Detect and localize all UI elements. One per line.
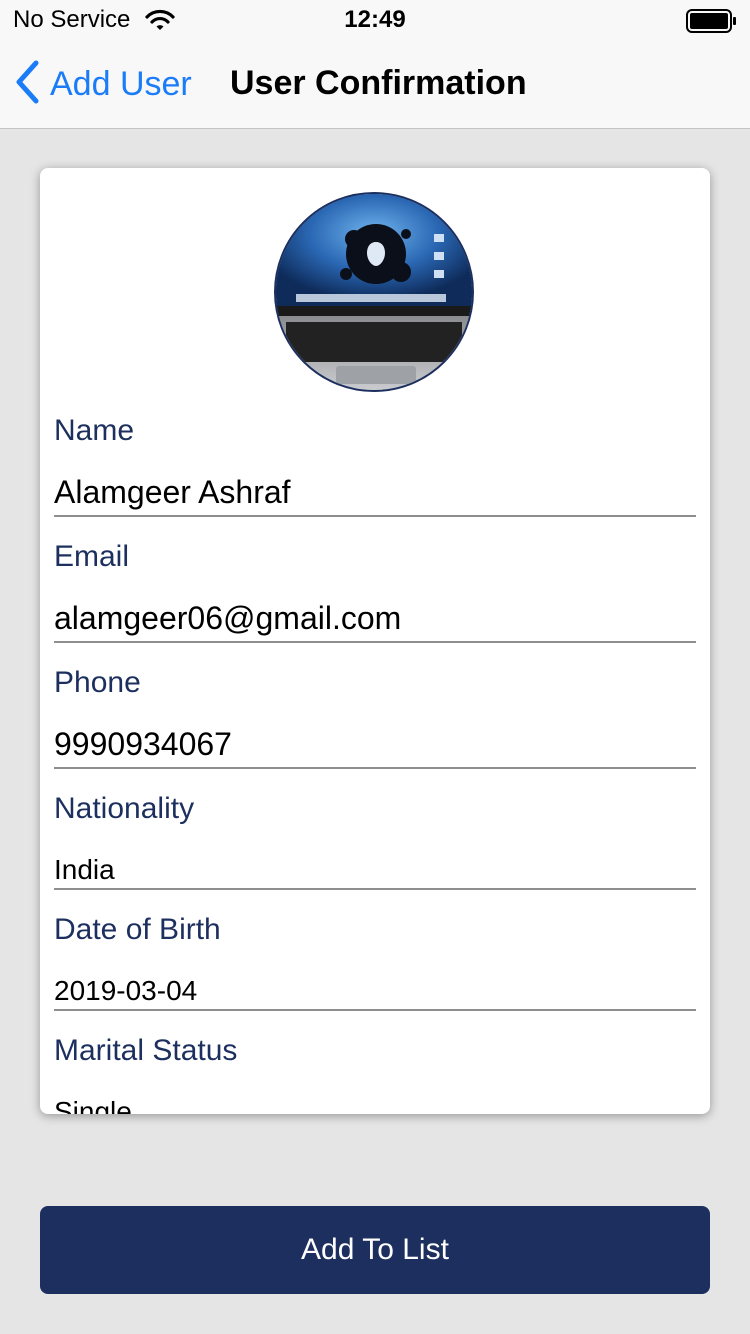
field-label: Date of Birth (54, 913, 221, 946)
field-value: India (54, 854, 115, 885)
battery-icon (686, 9, 738, 38)
user-confirmation-card[interactable]: Name Alamgeer Ashraf Email alamgeer06@gm… (40, 168, 710, 1114)
divider (54, 515, 696, 517)
navigation-bar: Add User User Confirmation (0, 40, 750, 129)
chevron-left-icon (14, 60, 40, 109)
field-label: Marital Status (54, 1034, 238, 1067)
field-label: Nationality (54, 792, 195, 825)
back-button[interactable]: Add User (14, 60, 192, 109)
field-value: 2019-03-04 (54, 975, 198, 1006)
divider (54, 888, 696, 890)
field-value: alamgeer06@gmail.com (54, 600, 402, 636)
avatar (274, 192, 474, 392)
field-label: Name (54, 414, 135, 447)
field-value: 9990934067 (54, 726, 232, 762)
field-label: Email (54, 540, 130, 573)
field-value: Single (54, 1096, 132, 1114)
divider (54, 767, 696, 769)
status-bar: No Service 12:49 (0, 0, 750, 40)
add-to-list-button[interactable]: Add To List (40, 1206, 710, 1294)
divider (54, 1009, 696, 1011)
field-value: Alamgeer Ashraf (54, 474, 291, 510)
page-title: User Confirmation (230, 64, 527, 102)
divider (54, 641, 696, 643)
status-time: 12:49 (344, 6, 406, 33)
field-label: Phone (54, 666, 141, 699)
back-button-label: Add User (50, 64, 192, 103)
